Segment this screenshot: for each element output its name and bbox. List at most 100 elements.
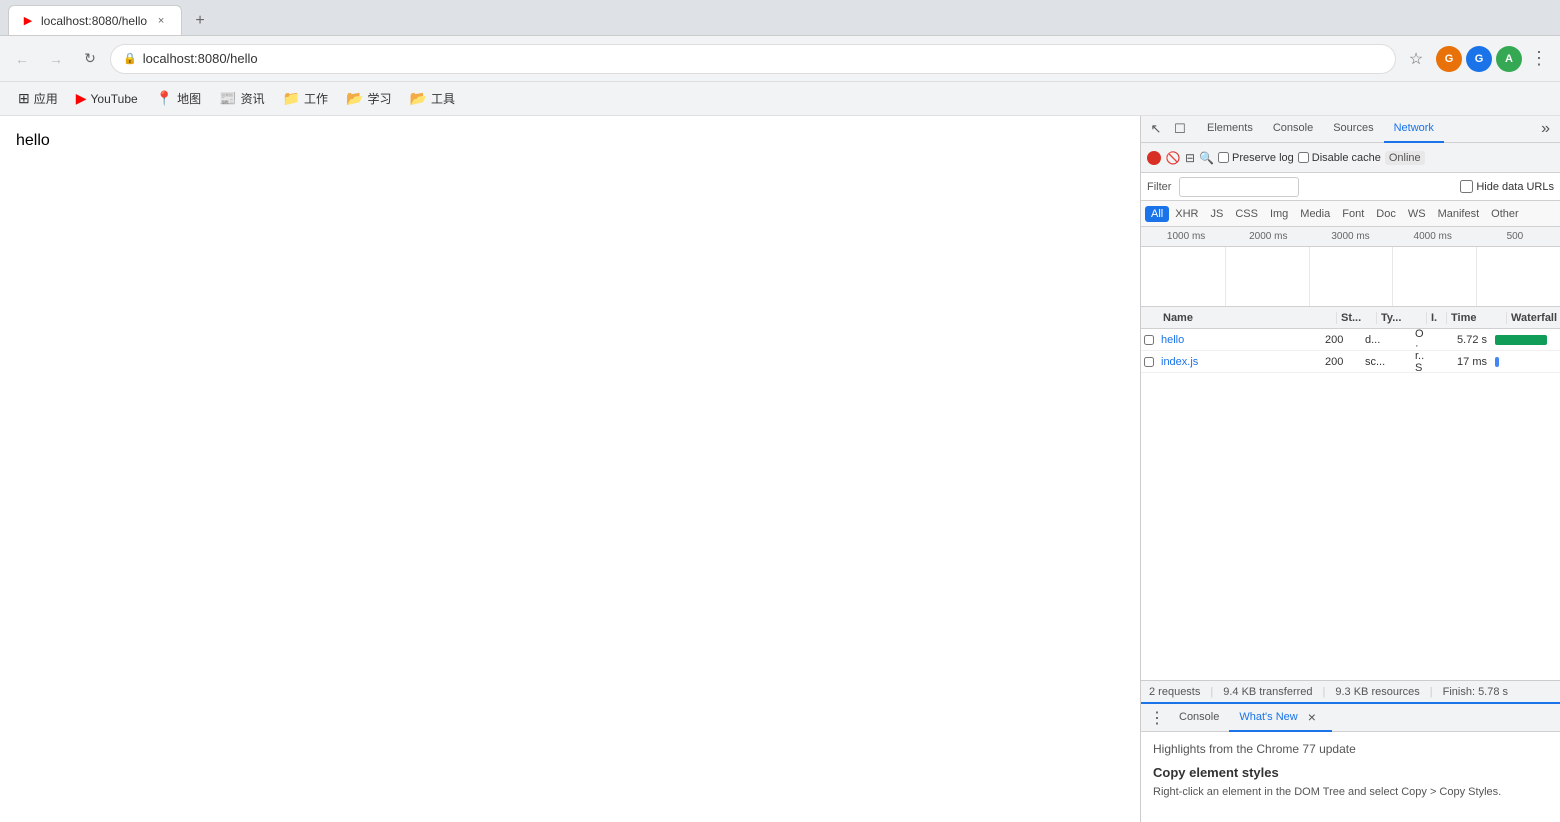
browser-menu-button[interactable]: ⋮ — [1526, 48, 1552, 69]
col-header-waterfall[interactable]: Waterfall — [1507, 312, 1560, 324]
grid-line-3 — [1392, 247, 1393, 306]
bookmark-tools-label: 工具 — [431, 90, 455, 107]
work-folder-icon: 📁 — [283, 90, 300, 107]
col-header-initiator[interactable]: I. — [1427, 312, 1447, 324]
address-input-wrap[interactable]: 🔒 localhost:8080/hello — [110, 44, 1396, 74]
drawer-tab-whats-new[interactable]: What's New × — [1229, 704, 1332, 732]
type-filter-media[interactable]: Media — [1294, 206, 1336, 222]
bookmark-work[interactable]: 📁 工作 — [275, 86, 336, 112]
network-status-bar: 2 requests | 9.4 KB transferred | 9.3 KB… — [1141, 680, 1560, 702]
type-filter-all[interactable]: All — [1145, 206, 1169, 222]
profile-area: G G A ⋮ — [1436, 46, 1552, 72]
col-header-status[interactable]: St... — [1337, 312, 1377, 324]
bookmark-map[interactable]: 📍 地图 — [148, 86, 209, 112]
disable-cache-checkbox-label[interactable]: Disable cache — [1298, 152, 1381, 164]
tick-1: 1000 ms — [1145, 231, 1227, 242]
filter-icon[interactable]: ⊟ — [1185, 151, 1195, 165]
row-select-hello[interactable] — [1144, 335, 1154, 345]
online-badge[interactable]: Online — [1385, 151, 1425, 165]
tab-network[interactable]: Network — [1384, 116, 1444, 143]
type-filter-manifest[interactable]: Manifest — [1432, 206, 1486, 222]
drawer-content-header: Highlights from the Chrome 77 update — [1153, 740, 1548, 759]
type-filter-other[interactable]: Other — [1485, 206, 1525, 222]
bookmark-news-label: 资讯 — [241, 90, 265, 107]
active-tab[interactable]: ▶ localhost:8080/hello × — [8, 5, 182, 35]
study-folder-icon: 📂 — [346, 90, 363, 107]
drawer-tab-close-button[interactable]: × — [1302, 709, 1322, 725]
search-button[interactable]: 🔍 — [1199, 151, 1214, 165]
tick-4: 4000 ms — [1392, 231, 1474, 242]
row-time-indexjs: 17 ms — [1431, 356, 1491, 368]
table-row[interactable]: hello 200 d... O · 5.72 s — [1141, 329, 1560, 351]
tab-console[interactable]: Console — [1263, 116, 1323, 143]
inspect-element-button[interactable]: ↖ — [1145, 118, 1167, 140]
tools-folder-icon: 📂 — [410, 90, 427, 107]
table-header: Name St... Ty... I. Time Waterfall — [1141, 307, 1560, 329]
bookmark-map-label: 地图 — [177, 90, 201, 107]
bookmark-news[interactable]: 📰 资讯 — [211, 86, 272, 112]
tab-elements[interactable]: Elements — [1197, 116, 1263, 143]
drawer-menu-button[interactable]: ⋮ — [1145, 708, 1169, 728]
disable-cache-checkbox[interactable] — [1298, 152, 1309, 163]
row-select-indexjs[interactable] — [1144, 357, 1154, 367]
row-waterfall-hello — [1491, 329, 1560, 350]
bookmark-youtube[interactable]: ▶ YouTube — [68, 86, 146, 112]
type-filter-ws[interactable]: WS — [1402, 206, 1432, 222]
tab-title: localhost:8080/hello — [41, 14, 147, 28]
row-checkbox-hello — [1141, 335, 1157, 345]
new-tab-button[interactable]: + — [186, 7, 214, 35]
devtools-panel: ↖ ☐ Elements Console Sources Network » — [1140, 116, 1560, 822]
table-row[interactable]: index.js 200 sc... r.. S 17 ms — [1141, 351, 1560, 373]
type-filter-css[interactable]: CSS — [1229, 206, 1264, 222]
drawer-feature-title: Copy element styles — [1153, 765, 1548, 780]
timeline-header: 1000 ms 2000 ms 3000 ms 4000 ms 500 — [1141, 227, 1560, 247]
forward-button[interactable]: → — [42, 45, 70, 73]
type-filter-font[interactable]: Font — [1336, 206, 1370, 222]
hide-data-urls-checkbox[interactable] — [1460, 180, 1473, 193]
back-button[interactable]: ← — [8, 45, 36, 73]
drawer-content: Highlights from the Chrome 77 update Cop… — [1141, 732, 1560, 822]
bookmarks-bar: ⊞ 应用 ▶ YouTube 📍 地图 📰 资讯 📁 工作 📂 学习 📂 工具 — [0, 82, 1560, 116]
transferred-size: 9.4 KB transferred — [1223, 686, 1312, 698]
record-button[interactable] — [1147, 151, 1161, 165]
row-name-hello: hello — [1157, 334, 1321, 346]
waterfall-bar-indexjs — [1495, 357, 1499, 367]
bookmark-study[interactable]: 📂 学习 — [338, 86, 399, 112]
preserve-log-checkbox[interactable] — [1218, 152, 1229, 163]
bottom-drawer: ⋮ Console What's New × Highlights from t… — [1141, 702, 1560, 822]
devtools-icons: ↖ ☐ — [1145, 118, 1191, 140]
col-header-name[interactable]: Name — [1157, 312, 1337, 324]
row-time-hello: 5.72 s — [1431, 334, 1491, 346]
network-toolbar: 🚫 ⊟ 🔍 Preserve log Disable cache Online — [1141, 143, 1560, 173]
bookmark-study-label: 学习 — [367, 90, 391, 107]
devtools-more-button[interactable]: » — [1535, 120, 1556, 138]
grid-line-4 — [1476, 247, 1477, 306]
filter-input[interactable] — [1179, 177, 1299, 197]
avatar-3: A — [1496, 46, 1522, 72]
type-filter-js[interactable]: JS — [1204, 206, 1229, 222]
main-area: hello ↖ ☐ Elements Console Sources — [0, 116, 1560, 822]
type-filter-img[interactable]: Img — [1264, 206, 1294, 222]
requests-count: 2 requests — [1149, 686, 1200, 698]
hide-data-urls-label[interactable]: Hide data URLs — [1460, 180, 1554, 193]
drawer-tab-console[interactable]: Console — [1169, 704, 1229, 732]
tab-close-button[interactable]: × — [153, 13, 169, 29]
device-toolbar-button[interactable]: ☐ — [1169, 118, 1191, 140]
type-filter-doc[interactable]: Doc — [1370, 206, 1402, 222]
type-filter-xhr[interactable]: XHR — [1169, 206, 1204, 222]
col-header-type[interactable]: Ty... — [1377, 312, 1427, 324]
preserve-log-checkbox-label[interactable]: Preserve log — [1218, 152, 1294, 164]
row-status-hello: 200 — [1321, 334, 1361, 346]
tab-sources[interactable]: Sources — [1323, 116, 1383, 143]
bookmark-work-label: 工作 — [304, 90, 328, 107]
clear-button[interactable]: 🚫 — [1165, 150, 1181, 166]
filter-row: Filter Hide data URLs — [1141, 173, 1560, 201]
bookmark-apps[interactable]: ⊞ 应用 — [10, 86, 66, 112]
map-icon: 📍 — [156, 90, 173, 107]
row-type-indexjs: sc... — [1361, 356, 1411, 368]
col-header-time[interactable]: Time — [1447, 312, 1507, 324]
bookmark-tools[interactable]: 📂 工具 — [402, 86, 463, 112]
reload-button[interactable]: ↻ — [76, 45, 104, 73]
bookmark-star-icon[interactable]: ☆ — [1402, 45, 1430, 73]
waterfall-chart — [1141, 247, 1560, 307]
